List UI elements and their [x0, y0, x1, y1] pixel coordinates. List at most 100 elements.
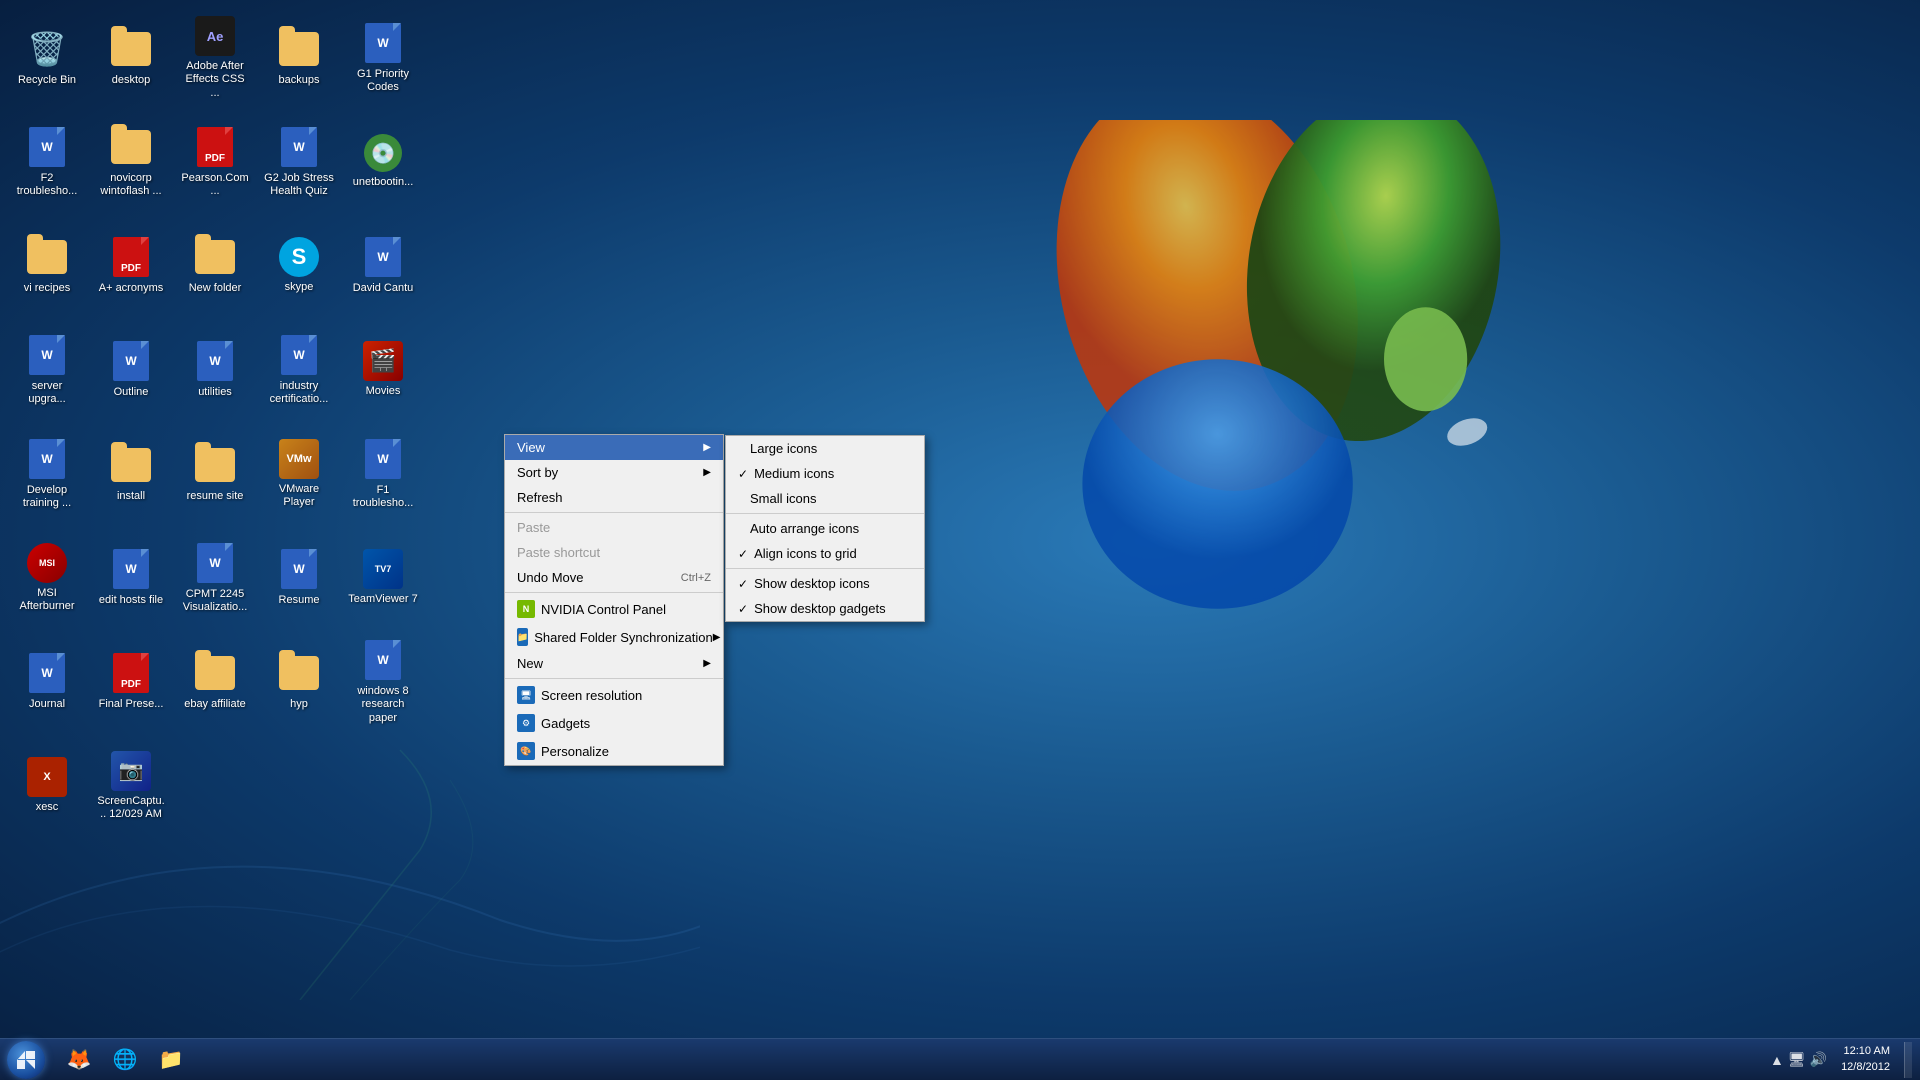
icon-windows8-research[interactable]: W windows 8 research paper [344, 632, 422, 732]
icon-vmware[interactable]: VMw VMware Player [260, 424, 338, 524]
submenu-item-auto-arrange[interactable]: Auto arrange icons [726, 516, 924, 541]
menu-label-screen-res: Screen resolution [541, 688, 642, 703]
taskbar-ie[interactable]: 🌐 [104, 1042, 146, 1078]
icon-label-sc: ScreenCaptu... 12/029 AM [96, 795, 166, 821]
icon-label-cpmt: CPMT 2245 Visualizatio... [180, 588, 250, 614]
icon-g1-priority[interactable]: W G1 Priority Codes [344, 8, 422, 108]
icon-final-presentation[interactable]: PDF Final Prese... [92, 632, 170, 732]
icon-g2-job-stress[interactable]: W G2 Job Stress Health Quiz [260, 112, 338, 212]
start-orb [7, 1041, 45, 1079]
icon-install[interactable]: install [92, 424, 170, 524]
icon-unetbootin[interactable]: 💿 unetbootin... [344, 112, 422, 212]
icon-msi-afterburner[interactable]: MSI MSI Afterburner [8, 528, 86, 628]
icon-label-desktop: desktop [112, 74, 151, 87]
firefox-icon: 🦊 [67, 1047, 92, 1072]
system-clock[interactable]: 12:10 AM 12/8/2012 [1833, 1044, 1898, 1075]
icon-label-msi: MSI Afterburner [12, 587, 82, 613]
tray-arrow[interactable]: ▲ [1770, 1052, 1784, 1068]
menu-item-refresh[interactable]: Refresh [505, 485, 723, 510]
icon-journal[interactable]: W Journal [8, 632, 86, 732]
menu-item-screen-res[interactable]: 🖥 Screen resolution [505, 681, 723, 709]
menu-label-refresh: Refresh [517, 490, 563, 505]
submenu-item-large-icons[interactable]: Large icons [726, 436, 924, 461]
menu-item-paste-shortcut[interactable]: Paste shortcut [505, 540, 723, 565]
icon-xesc[interactable]: X xesc [8, 736, 86, 836]
icon-teamviewer[interactable]: TV7 TeamViewer 7 [344, 528, 422, 628]
personalize-icon: 🎨 [517, 742, 535, 760]
icon-novicorp[interactable]: novicorp wintoflash ... [92, 112, 170, 212]
icon-screencapture[interactable]: 📷 ScreenCaptu... 12/029 AM [92, 736, 170, 836]
submenu-item-medium-icons[interactable]: Medium icons [726, 461, 924, 486]
icon-label-win8: windows 8 research paper [348, 685, 418, 725]
icon-f1-troubleshoot[interactable]: W F1 troublesho... [344, 424, 422, 524]
submenu-sep-2 [726, 568, 924, 569]
tray-network[interactable]: 🖥 [1788, 1051, 1806, 1068]
submenu-item-align-grid[interactable]: Align icons to grid [726, 541, 924, 566]
icon-industry-cert[interactable]: W industry certificatio... [260, 320, 338, 420]
icon-label-hyp: hyp [290, 698, 308, 711]
icon-label-develop: Develop training ... [12, 484, 82, 510]
menu-item-personalize[interactable]: 🎨 Personalize [505, 737, 723, 765]
icon-vi-recipes[interactable]: vi recipes [8, 216, 86, 316]
taskbar-pinned-items: 🦊 🌐 📁 [52, 1042, 1762, 1078]
clock-time: 12:10 AM [1844, 1044, 1890, 1059]
start-button[interactable] [0, 1040, 52, 1080]
icon-utilities[interactable]: W utilities [176, 320, 254, 420]
show-desktop-button[interactable] [1904, 1042, 1912, 1078]
shared-folder-icon: 📁 [517, 628, 528, 646]
icon-resume-site[interactable]: resume site [176, 424, 254, 524]
menu-item-shared-folder[interactable]: 📁 Shared Folder Synchronization ▶ [505, 623, 723, 651]
icon-server-upgrade[interactable]: W server upgra... [8, 320, 86, 420]
icon-aplus-acronyms[interactable]: PDF A+ acronyms [92, 216, 170, 316]
menu-shortcut-undo: Ctrl+Z [681, 572, 711, 584]
menu-item-undo-move[interactable]: Undo Move Ctrl+Z [505, 565, 723, 590]
icon-f2-troubleshoot[interactable]: W F2 troublesho... [8, 112, 86, 212]
icon-cpmt[interactable]: W CPMT 2245 Visualizatio... [176, 528, 254, 628]
desktop-icons-area: 🗑️ Recycle Bin desktop Ae Adobe After Ef… [0, 0, 430, 850]
icon-label-vmware: VMware Player [264, 483, 334, 509]
icon-label-g2: G2 Job Stress Health Quiz [264, 172, 334, 198]
icon-resume[interactable]: W Resume [260, 528, 338, 628]
icon-recycle-bin[interactable]: 🗑️ Recycle Bin [8, 8, 86, 108]
system-tray: ▲ 🖥 🔊 12:10 AM 12/8/2012 [1762, 1042, 1920, 1078]
view-submenu: Large icons Medium icons Small icons Aut… [725, 435, 925, 622]
icon-new-folder[interactable]: New folder [176, 216, 254, 316]
menu-sep-2 [505, 592, 723, 593]
taskbar-explorer[interactable]: 📁 [150, 1042, 192, 1078]
explorer-icon: 📁 [159, 1047, 184, 1072]
menu-item-sort-by[interactable]: Sort by ▶ [505, 460, 723, 485]
icon-ebay-affiliate[interactable]: ebay affiliate [176, 632, 254, 732]
menu-item-nvidia[interactable]: N NVIDIA Control Panel [505, 595, 723, 623]
tray-volume[interactable]: 🔊 [1810, 1051, 1827, 1068]
icon-label-unet: unetbootin... [353, 176, 414, 189]
windows-logo [1020, 120, 1540, 640]
menu-label-nvidia: NVIDIA Control Panel [541, 602, 666, 617]
icon-label-industry: industry certificatio... [264, 380, 334, 406]
icon-hyp[interactable]: hyp [260, 632, 338, 732]
menu-item-gadgets[interactable]: ⚙ Gadgets [505, 709, 723, 737]
menu-item-new[interactable]: New ▶ [505, 651, 723, 676]
icon-david-cantu[interactable]: W David Cantu [344, 216, 422, 316]
icon-pearson[interactable]: PDF Pearson.Com... [176, 112, 254, 212]
screen-res-icon: 🖥 [517, 686, 535, 704]
icon-label-ebay: ebay affiliate [184, 698, 246, 711]
submenu-item-small-icons[interactable]: Small icons [726, 486, 924, 511]
icon-desktop[interactable]: desktop [92, 8, 170, 108]
icon-movies[interactable]: 🎬 Movies [344, 320, 422, 420]
taskbar-firefox[interactable]: 🦊 [58, 1042, 100, 1078]
menu-item-paste[interactable]: Paste [505, 515, 723, 540]
submenu-item-show-desktop[interactable]: Show desktop icons [726, 571, 924, 596]
submenu-item-show-gadgets[interactable]: Show desktop gadgets [726, 596, 924, 621]
menu-label-shared: Shared Folder Synchronization [534, 630, 713, 645]
menu-arrow-sort: ▶ [703, 467, 711, 478]
icon-backups[interactable]: backups [260, 8, 338, 108]
icon-develop-training[interactable]: W Develop training ... [8, 424, 86, 524]
submenu-label-show-gadgets: Show desktop gadgets [754, 601, 886, 616]
menu-item-view[interactable]: View ▶ [505, 435, 723, 460]
icon-skype[interactable]: S skype [260, 216, 338, 316]
icon-label-final-pres: Final Prese... [99, 698, 164, 711]
icon-adobe-ae[interactable]: Ae Adobe After Effects CSS ... [176, 8, 254, 108]
icon-outline[interactable]: W Outline [92, 320, 170, 420]
icon-edit-hosts[interactable]: W edit hosts file [92, 528, 170, 628]
icon-label-f1: F1 troublesho... [348, 484, 418, 510]
